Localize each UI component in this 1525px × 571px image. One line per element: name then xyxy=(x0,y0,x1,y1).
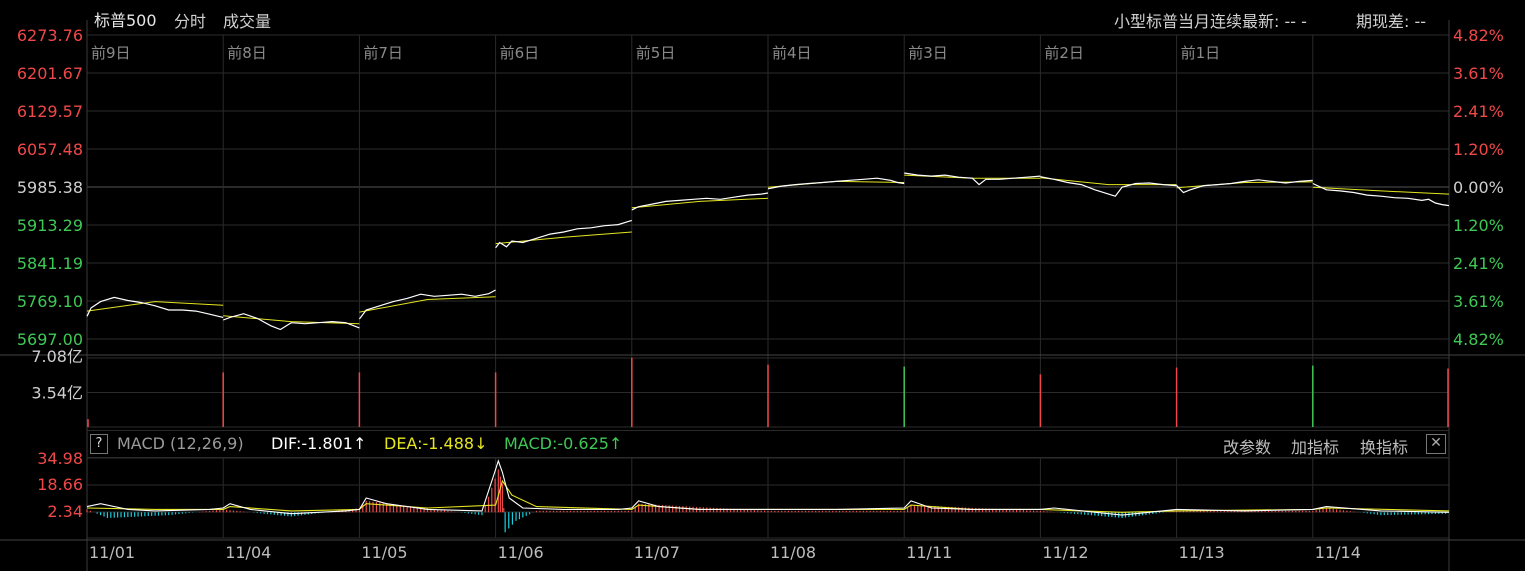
percent-tick-label: 1.20% xyxy=(1453,216,1504,235)
add-indicator-button[interactable]: 加指标 xyxy=(1291,434,1339,458)
day-label: 前8日 xyxy=(227,44,267,62)
percent-tick-label: 3.61% xyxy=(1453,292,1504,311)
tab-intraday[interactable]: 分时 xyxy=(174,8,206,32)
percent-tick-label: 2.41% xyxy=(1453,102,1504,121)
day-label: 前6日 xyxy=(500,44,540,62)
chart-svg: 6273.76 6201.67 6129.57 6057.48 5985.38 5913.… xyxy=(0,20,1525,571)
price-tick-label: 5913.29 xyxy=(17,216,83,235)
price-line xyxy=(904,172,1041,186)
price-tick-label: 6057.48 xyxy=(17,140,83,159)
date-tick-label: 11/05 xyxy=(361,543,407,562)
date-tick-label: 11/04 xyxy=(225,543,271,562)
tab-volume[interactable]: 成交量 xyxy=(223,8,271,32)
day-label: 前7日 xyxy=(363,44,403,62)
macd-tick-label: 18.66 xyxy=(37,475,83,494)
change-params-button[interactable]: 改参数 xyxy=(1223,434,1271,458)
macd-value: MACD:-0.625↑ xyxy=(504,434,623,453)
price-tick-label: 6129.57 xyxy=(17,102,83,121)
percent-tick-label: 2.41% xyxy=(1453,254,1504,273)
date-tick-label: 11/08 xyxy=(770,543,816,562)
date-tick-label: 11/06 xyxy=(498,543,544,562)
dif-value: DIF:-1.801↑ xyxy=(271,434,367,453)
day-label: 前5日 xyxy=(636,44,676,62)
percent-tick-label: 4.82% xyxy=(1453,26,1504,45)
day-label: 前3日 xyxy=(908,44,948,62)
macd-indicator-name[interactable]: MACD (12,26,9) xyxy=(117,434,244,453)
percent-tick-label: 3.61% xyxy=(1453,64,1504,83)
dea-value: DEA:-1.488↓ xyxy=(384,434,488,453)
date-tick-label: 11/11 xyxy=(906,543,952,562)
date-tick-label: 11/07 xyxy=(634,543,680,562)
macd-tick-label: 34.98 xyxy=(37,449,83,468)
price-line xyxy=(358,289,496,320)
percent-tick-label: 1.20% xyxy=(1453,140,1504,159)
volume-tick-label: 3.54亿 xyxy=(31,384,83,403)
price-tick-label: 5841.19 xyxy=(17,254,83,273)
price-tick-label: 6201.67 xyxy=(17,64,83,83)
day-label: 前9日 xyxy=(91,44,131,62)
price-tick-label: 6273.76 xyxy=(17,26,83,45)
day-label: 前2日 xyxy=(1044,44,1084,62)
average-price-line xyxy=(631,197,769,209)
date-tick-label: 11/01 xyxy=(89,543,135,562)
volume-tick-label: 7.08亿 xyxy=(31,347,83,366)
price-tick-label: 5769.10 xyxy=(17,292,83,311)
percent-tick-label: 0.00% xyxy=(1453,178,1504,197)
help-icon[interactable]: ? xyxy=(90,434,108,454)
index-title: 标普500 xyxy=(94,11,157,30)
price-line xyxy=(86,296,224,318)
macd-indicator-bar: ? MACD (12,26,9) DIF:-1.801↑ DEA:-1.488↓… xyxy=(87,430,1449,458)
futures-latest-label: 小型标普当月连续最新: -- - xyxy=(1114,12,1307,31)
chart-stage: 6273.76 6201.67 6129.57 6057.48 5985.38 5913.… xyxy=(0,0,1525,571)
day-label: 前4日 xyxy=(772,44,812,62)
switch-indicator-button[interactable]: 换指标 xyxy=(1360,434,1408,458)
close-icon[interactable]: ✕ xyxy=(1426,434,1446,454)
macd-tick-label: 2.34 xyxy=(47,502,83,521)
basis-label: 期现差: -- xyxy=(1356,12,1427,31)
price-tick-label: 5985.38 xyxy=(17,178,83,197)
average-price-line xyxy=(767,180,905,188)
date-tick-label: 11/12 xyxy=(1042,543,1088,562)
day-label: 前1日 xyxy=(1181,44,1221,62)
date-tick-label: 11/14 xyxy=(1315,543,1361,562)
average-price-line xyxy=(359,296,496,313)
date-tick-label: 11/13 xyxy=(1179,543,1225,562)
percent-tick-label: 4.82% xyxy=(1453,330,1504,349)
